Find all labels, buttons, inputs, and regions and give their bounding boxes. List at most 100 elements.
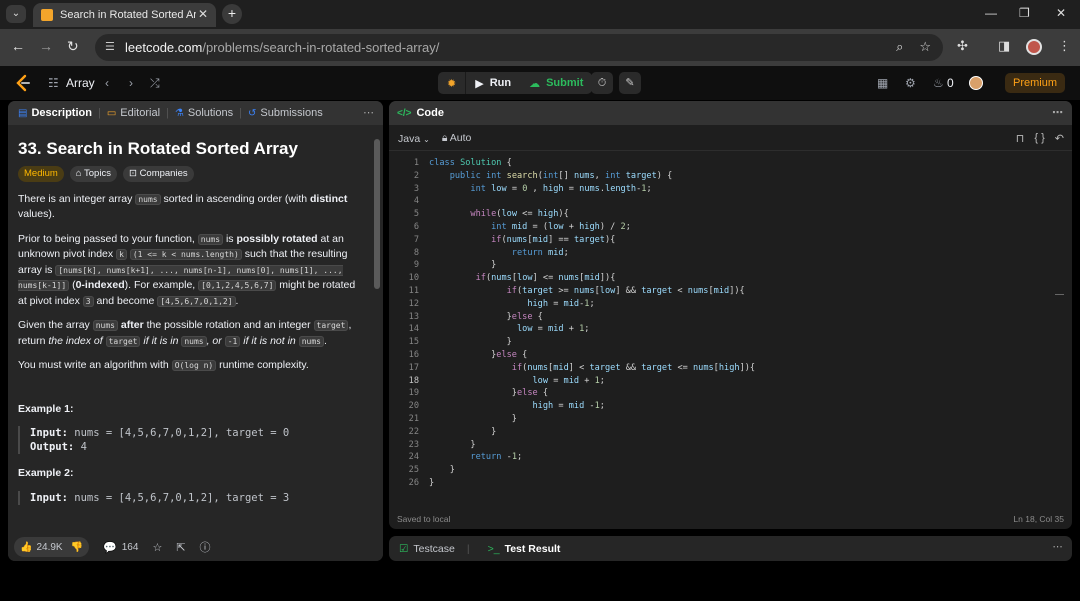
code-line-text: }else { [429, 311, 543, 322]
next-problem-icon[interactable]: › [129, 76, 133, 90]
editor-scroll-marker [1055, 294, 1064, 295]
thumbs-down-icon[interactable]: 👎 [71, 542, 83, 553]
restore-window-button[interactable]: ❐ [1019, 6, 1030, 20]
code-line[interactable]: 8 return mid; [389, 247, 1072, 260]
submit-button[interactable]: ☁ Submit [520, 72, 592, 94]
share-icon[interactable]: ⇱ [176, 541, 185, 554]
tab-test-result[interactable]: Test Result [505, 543, 561, 555]
prev-problem-icon[interactable]: ‹ [105, 76, 109, 90]
new-tab-button[interactable]: + [222, 4, 242, 24]
notes-icon[interactable]: ✎ [619, 72, 641, 94]
code-line[interactable]: 11 if(target >= nums[low] && target < nu… [389, 285, 1072, 298]
problem-list-icon[interactable]: ☷ [48, 76, 59, 90]
bookmark-star-icon[interactable]: ☆ [919, 39, 931, 55]
reset-code-icon[interactable]: ↶ [1055, 132, 1064, 145]
code-line-text: if(target >= nums[low] && target < nums[… [506, 285, 745, 296]
code-line[interactable]: 7 if(nums[mid] == target){ [389, 234, 1072, 247]
code-line[interactable]: 15 } [389, 336, 1072, 349]
line-number: 21 [408, 413, 419, 424]
address-bar[interactable]: ☰ leetcode.com/problems/search-in-rotate… [95, 34, 943, 61]
premium-button[interactable]: Premium [1005, 73, 1065, 93]
code-line[interactable]: 25 } [389, 464, 1072, 477]
auto-mode-toggle[interactable]: 🔒︎ Auto [442, 132, 472, 145]
test-more-options-icon[interactable]: ⋯ [1053, 541, 1065, 553]
settings-gear-icon[interactable]: ⚙ [905, 76, 916, 90]
more-options-icon[interactable]: ⋯ [363, 106, 375, 119]
extensions-icon[interactable]: ✣ [957, 38, 968, 54]
user-avatar[interactable] [969, 76, 983, 90]
description-scrollbar[interactable] [374, 139, 380, 289]
back-button[interactable]: ← [11, 38, 25, 54]
shuffle-icon[interactable]: ⤮ [150, 76, 160, 91]
tab-search-button[interactable]: ⌄ [6, 5, 26, 23]
tab-label: Solutions [187, 107, 234, 119]
code-line[interactable]: 19 }else { [389, 387, 1072, 400]
line-number: 10 [408, 273, 419, 284]
like-button[interactable]: 👍 24.9K 👎 [14, 537, 90, 557]
tab-submissions[interactable]: ↺ Submissions [248, 107, 323, 119]
close-window-button[interactable]: ✕ [1056, 6, 1066, 20]
comment-icon[interactable]: 💬 [103, 541, 117, 554]
code-line[interactable]: 1 class Solution { [389, 157, 1072, 170]
code-line[interactable]: 9 } [389, 259, 1072, 272]
profile-avatar[interactable] [1026, 39, 1042, 55]
code-line-text: int low = 0 , high = nums.length-1; [470, 183, 652, 194]
code-line[interactable]: 3 int low = 0 , high = nums.length-1; [389, 183, 1072, 196]
reload-button[interactable]: ↻ [67, 38, 79, 55]
layout-icon[interactable]: ▦ [877, 76, 888, 90]
minimize-window-button[interactable]: — [985, 6, 997, 20]
streak-flame-icon[interactable]: ♨ [933, 76, 944, 90]
zoom-icon[interactable]: ⌕ [896, 39, 903, 55]
side-panel-icon[interactable]: ◨ [998, 38, 1010, 54]
history-icon: ↺ [247, 107, 257, 119]
timer-icon[interactable]: ⏱ [591, 72, 613, 94]
code-line[interactable]: 20 high = mid -1; [389, 400, 1072, 413]
code-line[interactable]: 24 return -1; [389, 451, 1072, 464]
code-line[interactable]: 26} [389, 477, 1072, 490]
line-number: 5 [413, 209, 419, 220]
help-icon[interactable]: ⓘ [200, 539, 211, 555]
companies-chip[interactable]: ⊡ Companies [122, 165, 194, 182]
bookmark-icon[interactable]: ⊓ [1016, 132, 1025, 145]
star-icon[interactable]: ☆ [152, 541, 162, 554]
tab-testcase[interactable]: Testcase [413, 543, 454, 555]
editor-toolbar: Java ⌄ 🔒︎ Auto ⊓ { } ↶ [389, 127, 1072, 151]
line-number: 3 [413, 183, 419, 194]
topics-chip[interactable]: ⌂ Topics [69, 165, 117, 182]
tab-editorial[interactable]: ▭ Editorial [107, 107, 160, 119]
code-more-options-icon[interactable]: ⋯ [1052, 106, 1064, 119]
forward-button[interactable]: → [39, 38, 53, 54]
code-line[interactable]: 23 } [389, 439, 1072, 452]
language-select[interactable]: Java ⌄ [398, 133, 430, 145]
difficulty-badge[interactable]: Medium [18, 165, 64, 182]
leetcode-logo-icon[interactable] [14, 74, 32, 92]
problem-content: 33. Search in Rotated Sorted Array Mediu… [18, 140, 358, 505]
code-line[interactable]: 5 while(low <= high){ [389, 208, 1072, 221]
problem-list-link[interactable]: Array [66, 76, 95, 90]
tab-solutions[interactable]: ⚗ Solutions [175, 107, 233, 119]
code-line[interactable]: 18 low = mid + 1; [389, 375, 1072, 388]
tab-description[interactable]: ▤ Description [18, 107, 92, 119]
tab-label: Description [31, 107, 92, 119]
code-line[interactable]: 17 if(nums[mid] < target && target <= nu… [389, 362, 1072, 375]
format-code-icon[interactable]: { } [1034, 132, 1044, 145]
close-tab-icon[interactable]: ✕ [198, 7, 208, 21]
code-line[interactable]: 14 low = mid + 1; [389, 323, 1072, 336]
code-line[interactable]: 16 }else { [389, 349, 1072, 362]
code-line[interactable]: 13 }else { [389, 311, 1072, 324]
code-line[interactable]: 4 [389, 195, 1072, 208]
code-line[interactable]: 2 public int search(int[] nums, int targ… [389, 170, 1072, 183]
code-line[interactable]: 21 } [389, 413, 1072, 426]
code-line-text: } [429, 477, 435, 488]
browser-tab-active[interactable]: Search in Rotated Sorted Array ✕ [33, 3, 216, 27]
code-line[interactable]: 12 high = mid-1; [389, 298, 1072, 311]
run-button[interactable]: ▶ Run [466, 72, 520, 94]
code-editor[interactable]: 1 class Solution {2 public int search(int… [389, 157, 1072, 497]
code-line[interactable]: 22 } [389, 426, 1072, 439]
debug-icon[interactable]: ✹ [438, 72, 467, 94]
code-line-text: }else { [429, 388, 549, 399]
code-line[interactable]: 6 int mid = (low + high) / 2; [389, 221, 1072, 234]
code-line[interactable]: 10 if(nums[low] <= nums[mid]){ [389, 272, 1072, 285]
site-info-icon[interactable]: ☰ [105, 40, 115, 53]
browser-menu-icon[interactable]: ⋮ [1058, 38, 1071, 54]
